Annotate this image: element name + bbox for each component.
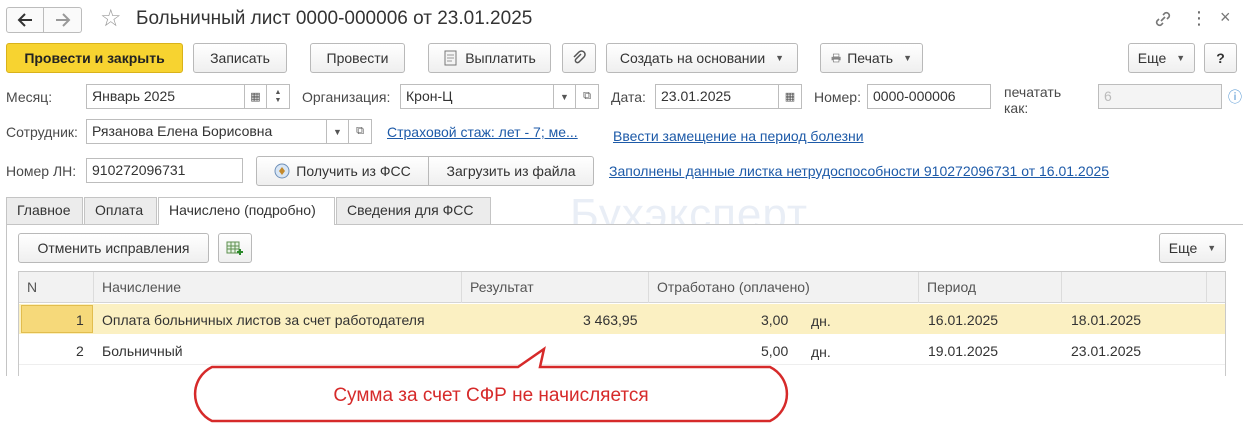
month-stepper[interactable]: ▲ ▼ bbox=[267, 84, 290, 109]
row1-accrual: Оплата больничных листов за счет работод… bbox=[102, 312, 425, 328]
row1-period-to: 18.01.2025 bbox=[1071, 312, 1142, 328]
row2-accrual: Больничный bbox=[102, 343, 183, 359]
column-header-period-end bbox=[1062, 272, 1207, 303]
arrow-left-icon bbox=[17, 13, 32, 27]
filled-data-link[interactable]: Заполнены данные листка нетрудоспособнос… bbox=[609, 163, 1109, 179]
document-icon bbox=[444, 50, 457, 66]
printer-icon bbox=[831, 53, 841, 63]
row1-worked: 3,00 bbox=[761, 312, 789, 328]
print-as-field[interactable]: 6 bbox=[1098, 84, 1222, 109]
employee-field[interactable]: Рязанова Елена Борисовна bbox=[86, 119, 327, 144]
caret-down-icon: ▼ bbox=[1176, 53, 1186, 63]
info-icon[interactable]: ⓘ bbox=[1228, 87, 1242, 107]
employee-label: Сотрудник: bbox=[6, 124, 78, 140]
write-button[interactable]: Записать bbox=[193, 43, 287, 73]
caret-down-icon: ▼ bbox=[903, 53, 912, 63]
help-button[interactable]: ? bbox=[1204, 43, 1237, 73]
load-from-file-button[interactable]: Загрузить из файла bbox=[428, 156, 594, 186]
organization-open-button[interactable]: ⧉ bbox=[576, 84, 599, 109]
ln-number-field[interactable]: 910272096731 bbox=[86, 158, 243, 183]
panel-more-button[interactable]: Еще ▼ bbox=[1159, 233, 1226, 263]
paperclip-icon bbox=[573, 50, 586, 64]
organization-dropdown-button[interactable]: ▼ bbox=[554, 84, 576, 109]
month-field[interactable]: Январь 2025 bbox=[86, 84, 245, 109]
column-header-period[interactable]: Период bbox=[919, 272, 1062, 303]
cancel-corrections-button[interactable]: Отменить исправления bbox=[18, 233, 209, 263]
kebab-menu-icon[interactable]: ⋮ bbox=[1190, 8, 1208, 28]
row1-result: 3 463,95 bbox=[583, 312, 638, 328]
date-field[interactable]: 23.01.2025 bbox=[655, 84, 779, 109]
employee-dropdown-button[interactable]: ▼ bbox=[327, 119, 349, 144]
tab-fss-info[interactable]: Сведения для ФСС bbox=[336, 197, 491, 224]
tab-accrued-detailed[interactable]: Начислено (подробно) bbox=[158, 197, 335, 225]
column-header-result[interactable]: Результат bbox=[462, 272, 649, 303]
caret-down-icon: ▼ bbox=[1207, 243, 1217, 253]
date-label: Дата: bbox=[611, 89, 646, 105]
post-and-close-button[interactable]: Провести и закрыть bbox=[6, 43, 183, 73]
date-calendar-button[interactable]: ▦ bbox=[779, 84, 802, 109]
month-label: Месяц: bbox=[6, 89, 53, 105]
window-title: Больничный лист 0000-000006 от 23.01.202… bbox=[136, 8, 533, 29]
tab-main[interactable]: Главное bbox=[6, 197, 83, 224]
insurance-experience-link[interactable]: Страховой стаж: лет - 7; ме... bbox=[387, 124, 578, 140]
row1-period-from: 16.01.2025 bbox=[928, 312, 999, 328]
row1-n: 1 bbox=[76, 312, 84, 328]
organization-field[interactable]: Крон-Ц bbox=[400, 84, 554, 109]
row2-period-from: 19.01.2025 bbox=[928, 343, 999, 359]
organization-label: Организация: bbox=[302, 89, 391, 105]
attach-button[interactable] bbox=[562, 43, 596, 73]
get-from-fss-button[interactable]: Получить из ФСС bbox=[256, 156, 429, 186]
table-settings-button[interactable] bbox=[218, 233, 252, 263]
employee-open-button[interactable]: ⧉ bbox=[349, 119, 372, 144]
close-icon[interactable]: × bbox=[1220, 7, 1231, 27]
column-header-accrual[interactable]: Начисление bbox=[94, 272, 462, 303]
number-label: Номер: bbox=[814, 89, 861, 105]
ln-number-label: Номер ЛН: bbox=[6, 163, 77, 179]
more-button[interactable]: Еще ▼ bbox=[1128, 43, 1195, 73]
arrow-right-icon bbox=[55, 13, 70, 27]
print-button[interactable]: Печать ▼ bbox=[820, 43, 923, 73]
tab-payment[interactable]: Оплата bbox=[84, 197, 157, 224]
add-table-icon bbox=[226, 241, 243, 255]
link-icon[interactable] bbox=[1153, 9, 1173, 29]
callout-text: Сумма за счет СФР не начисляется bbox=[333, 385, 649, 406]
back-button[interactable] bbox=[6, 7, 44, 33]
row2-n: 2 bbox=[76, 343, 84, 359]
row2-unit: дн. bbox=[811, 344, 831, 360]
forward-button[interactable] bbox=[44, 7, 82, 33]
post-button[interactable]: Провести bbox=[310, 43, 405, 73]
column-header-n[interactable]: N bbox=[19, 272, 94, 303]
favorite-star-icon[interactable]: ☆ bbox=[100, 6, 122, 32]
column-header-worked[interactable]: Отработано (оплачено) bbox=[649, 272, 919, 303]
substitution-link[interactable]: Ввести замещение на период болезни bbox=[613, 128, 864, 144]
fss-emblem-icon bbox=[274, 163, 290, 179]
row1-unit: дн. bbox=[811, 313, 831, 329]
calendar-button[interactable]: ▦ bbox=[245, 84, 267, 109]
print-as-label: печатать как: bbox=[1004, 84, 1062, 116]
caret-down-icon: ▼ bbox=[775, 53, 785, 63]
create-based-button[interactable]: Создать на основании ▼ bbox=[606, 43, 798, 73]
row2-period-to: 23.01.2025 bbox=[1071, 343, 1142, 359]
number-field[interactable]: 0000-000006 bbox=[867, 84, 991, 109]
pay-button[interactable]: Выплатить bbox=[428, 43, 551, 73]
